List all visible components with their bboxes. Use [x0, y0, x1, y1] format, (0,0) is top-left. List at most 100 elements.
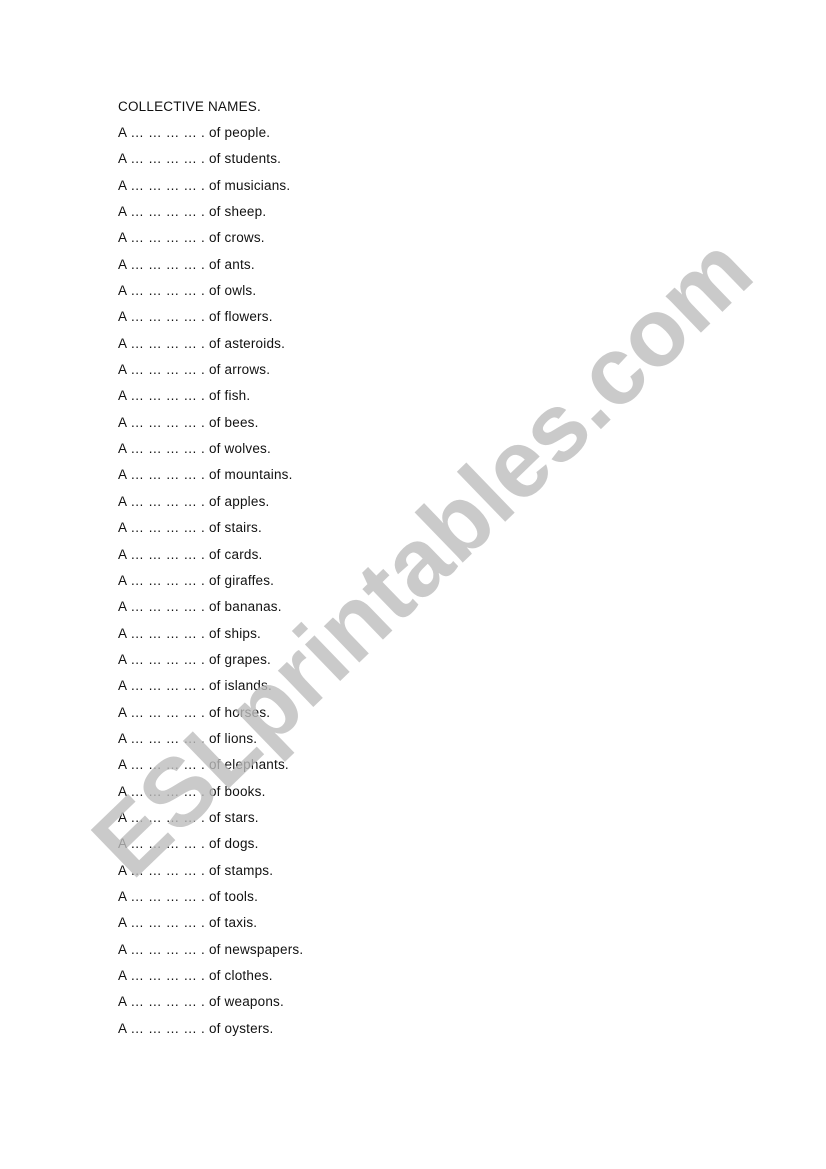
exercise-item: A … … … … . of horses. [118, 704, 303, 730]
exercise-item: A … … … … . of clothes. [118, 967, 303, 993]
item-article: A [118, 651, 127, 667]
answer-blank[interactable]: … … … … . [130, 520, 205, 535]
item-noun: of cards. [208, 546, 263, 562]
item-article: A [118, 441, 127, 457]
item-article: A [118, 283, 127, 299]
answer-blank[interactable]: … … … … . [130, 994, 205, 1009]
item-article: A [118, 125, 127, 140]
item-noun: of musicians. [208, 177, 291, 193]
answer-blank[interactable]: … … … … . [130, 810, 205, 825]
answer-blank[interactable]: … … … … . [130, 915, 205, 930]
item-noun: of wolves. [208, 441, 271, 457]
answer-blank[interactable]: … … … … . [130, 415, 205, 430]
answer-blank[interactable]: … … … … . [130, 836, 205, 851]
exercise-item: A … … … … . of stamps. [118, 862, 303, 888]
item-article: A [118, 151, 127, 167]
answer-blank[interactable]: … … … … . [130, 125, 205, 140]
item-noun: of books. [208, 783, 266, 799]
exercise-item: A … … … … . of lions. [118, 730, 303, 756]
item-article: A [118, 625, 127, 641]
answer-blank[interactable]: … … … … . [130, 784, 205, 799]
item-noun: of stairs. [208, 520, 262, 536]
item-noun: of giraffes. [208, 572, 275, 588]
exercise-item: A … … … … . of bananas. [118, 598, 303, 624]
item-noun: of dogs. [208, 836, 259, 852]
exercise-item: A … … … … . of ants. [118, 256, 303, 282]
item-noun: of crows. [208, 230, 265, 246]
answer-blank[interactable]: … … … … . [130, 467, 205, 482]
worksheet-page: COLLECTIVE NAMES. A … … … … . of people.… [0, 0, 826, 1169]
item-article: A [118, 862, 127, 878]
answer-blank[interactable]: … … … … . [130, 230, 205, 245]
exercise-item: A … … … … . of oysters. [118, 1020, 303, 1046]
answer-blank[interactable]: … … … … . [130, 336, 205, 351]
item-article: A [118, 572, 127, 588]
item-article: A [118, 335, 127, 351]
item-article: A [118, 1020, 127, 1036]
answer-blank[interactable]: … … … … . [130, 178, 205, 193]
answer-blank[interactable]: … … … … . [130, 678, 205, 693]
answer-blank[interactable]: … … … … . [130, 705, 205, 720]
exercise-item: A … … … … . of musicians. [118, 177, 303, 203]
item-noun: of mountains. [208, 467, 293, 483]
answer-blank[interactable]: … … … … . [130, 573, 205, 588]
item-noun: of flowers. [208, 309, 273, 325]
item-noun: of bananas. [208, 599, 282, 615]
exercise-item: A … … … … . of mountains. [118, 466, 303, 492]
answer-blank[interactable]: … … … … . [130, 151, 205, 166]
item-article: A [118, 230, 127, 246]
answer-blank[interactable]: … … … … . [130, 204, 205, 219]
answer-blank[interactable]: … … … … . [130, 942, 205, 957]
exercise-item: A … … … … . of apples. [118, 493, 303, 519]
answer-blank[interactable]: … … … … . [130, 283, 205, 298]
answer-blank[interactable]: … … … … . [130, 1021, 205, 1036]
exercise-item: A … … … … . of cards. [118, 546, 303, 572]
item-noun: of asteroids. [208, 335, 286, 351]
answer-blank[interactable]: … … … … . [130, 547, 205, 562]
exercise-item: A … … … … . of islands. [118, 677, 303, 703]
answer-blank[interactable]: … … … … . [130, 388, 205, 403]
exercise-item: A … … … … . of sheep. [118, 203, 303, 229]
item-article: A [118, 493, 127, 509]
answer-blank[interactable]: … … … … . [130, 494, 205, 509]
item-article: A [118, 941, 127, 957]
item-noun: of people. [208, 125, 271, 140]
exercise-item: A … … … … . of stairs. [118, 519, 303, 545]
answer-blank[interactable]: … … … … . [130, 731, 205, 746]
answer-blank[interactable]: … … … … . [130, 441, 205, 456]
answer-blank[interactable]: … … … … . [130, 257, 205, 272]
item-article: A [118, 362, 127, 378]
answer-blank[interactable]: … … … … . [130, 652, 205, 667]
item-article: A [118, 177, 127, 193]
item-noun: of islands. [208, 678, 272, 694]
exercise-item: A … … … … . of students. [118, 150, 303, 176]
worksheet-title: COLLECTIVE NAMES. [118, 99, 261, 114]
item-noun: of weapons. [208, 994, 284, 1010]
answer-blank[interactable]: … … … … . [130, 362, 205, 377]
exercise-item: A … … … … . of giraffes. [118, 572, 303, 598]
item-noun: of oysters. [208, 1020, 274, 1036]
item-noun: of stars. [208, 809, 259, 825]
answer-blank[interactable]: … … … … . [130, 889, 205, 904]
answer-blank[interactable]: … … … … . [130, 863, 205, 878]
item-noun: of clothes. [208, 968, 273, 983]
exercise-item: A … … … … . of newspapers. [118, 941, 303, 967]
exercise-item: A … … … … . of fish. [118, 387, 303, 413]
answer-blank[interactable]: … … … … . [130, 626, 205, 641]
exercise-item: A … … … … . of owls. [118, 282, 303, 308]
item-article: A [118, 546, 127, 562]
item-article: A [118, 915, 127, 931]
item-article: A [118, 836, 127, 852]
item-noun: of elephants. [208, 757, 289, 773]
item-article: A [118, 994, 127, 1010]
item-noun: of taxis. [208, 915, 258, 931]
exercise-item: A … … … … . of taxis. [118, 914, 303, 940]
answer-blank[interactable]: … … … … . [130, 309, 205, 324]
answer-blank[interactable]: … … … … . [130, 599, 205, 614]
answer-blank[interactable]: … … … … . [130, 757, 205, 772]
answer-blank[interactable]: … … … … . [130, 968, 205, 983]
item-noun: of lions. [208, 730, 258, 746]
exercise-item: A … … … … . of crows. [118, 229, 303, 255]
item-article: A [118, 704, 127, 720]
item-noun: of arrows. [208, 362, 271, 378]
